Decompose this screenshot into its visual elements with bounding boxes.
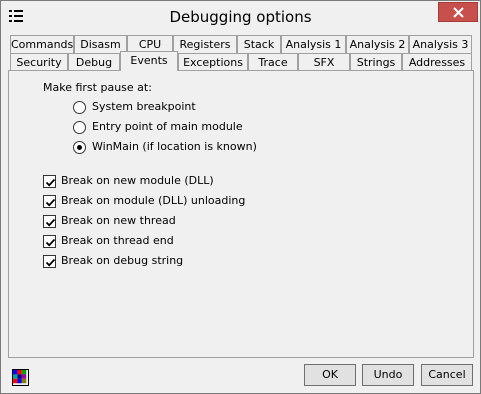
tab-analysis-3[interactable]: Analysis 3 [409,35,472,53]
checkmark-icon [45,198,56,207]
first-pause-label: Make first pause at: [43,81,152,94]
cancel-button[interactable]: Cancel [421,364,473,386]
radio-label-entry-point[interactable]: Entry point of main module [92,120,243,133]
checkmark-icon [45,178,56,187]
tab-exceptions[interactable]: Exceptions [178,53,248,71]
close-icon [453,7,464,18]
checkbox-label-break-new-thread[interactable]: Break on new thread [61,214,176,227]
checkbox-label-break-new-module[interactable]: Break on new module (DLL) [61,174,214,187]
tab-stack[interactable]: Stack [237,35,281,53]
radio-entry-point[interactable] [73,121,86,134]
tab-debug[interactable]: Debug [68,53,120,71]
undo-button[interactable]: Undo [362,364,414,386]
debugging-options-dialog: Debugging options Commands Disasm CPU Re… [0,0,481,394]
color-scheme-icon[interactable] [12,369,29,386]
window-title: Debugging options [169,8,312,26]
tab-addresses[interactable]: Addresses [402,53,472,71]
checkbox-label-break-debug-string[interactable]: Break on debug string [61,254,183,267]
checkmark-icon [45,218,56,227]
checkbox-label-break-thread-end[interactable]: Break on thread end [61,234,174,247]
ok-button[interactable]: OK [304,364,356,386]
tab-events[interactable]: Events [120,51,178,71]
button-bar: OK Undo Cancel [1,361,480,393]
title-bar[interactable]: Debugging options [1,1,480,33]
events-panel: Make first pause at: System breakpoint E… [8,70,474,358]
checkmark-icon [45,258,56,267]
checkbox-label-break-module-unloading[interactable]: Break on module (DLL) unloading [61,194,245,207]
checkbox-break-new-module[interactable] [43,175,56,188]
checkbox-break-thread-end[interactable] [43,235,56,248]
radio-label-winmain[interactable]: WinMain (if location is known) [92,140,257,153]
checkbox-break-new-thread[interactable] [43,215,56,228]
checkbox-break-module-unloading[interactable] [43,195,56,208]
tab-security[interactable]: Security [10,53,68,71]
dialog-content: Commands Disasm CPU Registers Stack Anal… [8,32,474,358]
close-button[interactable] [438,2,478,22]
radio-system-breakpoint[interactable] [73,101,86,114]
tab-trace[interactable]: Trace [248,53,298,71]
tab-sfx[interactable]: SFX [298,53,350,71]
tab-analysis-2[interactable]: Analysis 2 [346,35,409,53]
radio-label-system-breakpoint[interactable]: System breakpoint [92,100,196,113]
tab-analysis-1[interactable]: Analysis 1 [281,35,346,53]
checkmark-icon [45,238,56,247]
tab-registers[interactable]: Registers [173,35,237,53]
radio-winmain[interactable] [73,141,86,154]
tab-strings[interactable]: Strings [350,53,402,71]
tab-commands[interactable]: Commands [10,35,74,53]
checkbox-break-debug-string[interactable] [43,255,56,268]
